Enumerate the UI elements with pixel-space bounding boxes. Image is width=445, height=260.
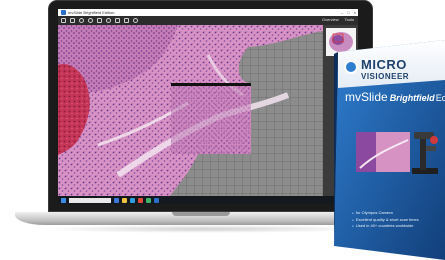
feature-item: Used in 40+ countries worldwide bbox=[352, 223, 419, 230]
window-title: mvSlide Brightfield Edition bbox=[68, 10, 115, 15]
taskbar: 12:00 bbox=[58, 196, 358, 204]
feature-list: for Olympus Camera Excellent quality & s… bbox=[352, 210, 419, 230]
save-icon[interactable] bbox=[70, 18, 75, 23]
brand-name-line2: VISIONEER bbox=[361, 72, 410, 81]
edge-icon[interactable] bbox=[130, 197, 135, 203]
tab-tools[interactable]: Tools bbox=[345, 17, 354, 22]
zoom-out-icon[interactable] bbox=[88, 18, 93, 23]
zoom-in-icon[interactable] bbox=[79, 18, 84, 23]
folder-icon[interactable] bbox=[122, 197, 127, 203]
taskview-icon[interactable] bbox=[114, 197, 119, 203]
app-icon bbox=[61, 10, 66, 15]
title-bar: mvSlide Brightfield Edition – □ × bbox=[58, 9, 358, 16]
minimize-button[interactable]: – bbox=[341, 10, 343, 15]
settings-icon[interactable] bbox=[133, 18, 138, 23]
close-button[interactable]: × bbox=[354, 10, 356, 15]
fit-icon[interactable] bbox=[97, 18, 102, 23]
start-icon[interactable] bbox=[61, 197, 66, 203]
product-edition: Edition bbox=[435, 93, 445, 103]
slide-viewer[interactable] bbox=[58, 25, 323, 196]
annotate-icon[interactable] bbox=[124, 18, 129, 23]
laptop-notch bbox=[172, 212, 230, 216]
laptop-screen: mvSlide Brightfield Edition – □ × Overvi… bbox=[58, 9, 358, 204]
mvslide-taskbar-icon[interactable] bbox=[154, 197, 159, 203]
microvisioneer-logo-icon bbox=[344, 60, 358, 74]
app-icon-red[interactable] bbox=[138, 197, 143, 203]
laptop-shadow bbox=[40, 225, 370, 233]
brand-name-line1: MICRO bbox=[361, 57, 407, 72]
rotate-icon[interactable] bbox=[106, 18, 111, 23]
app-icon-green[interactable] bbox=[146, 197, 151, 203]
panel-tabs: Overview Tools bbox=[322, 17, 354, 22]
tab-overview[interactable]: Overview bbox=[322, 17, 339, 22]
maximize-button[interactable]: □ bbox=[347, 10, 349, 15]
window-controls: – □ × bbox=[341, 10, 356, 15]
measure-icon[interactable] bbox=[115, 18, 120, 23]
open-icon[interactable] bbox=[61, 18, 66, 23]
product-title: mvSlideBrightfieldEdition bbox=[345, 90, 445, 104]
toolbar: Overview Tools bbox=[58, 16, 358, 25]
product-edition-italic: Brightfield bbox=[389, 93, 435, 103]
taskbar-search-input[interactable] bbox=[69, 197, 111, 203]
scan-tile-frame bbox=[171, 83, 251, 154]
product-name: mvSlide bbox=[345, 90, 388, 104]
